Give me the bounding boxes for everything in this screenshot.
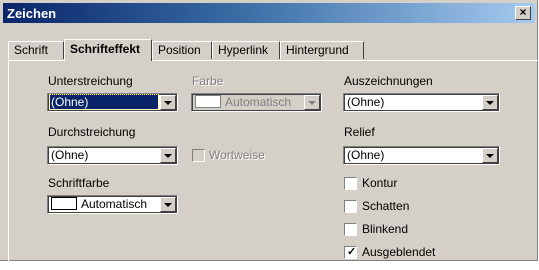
emphasis-label: Auszeichnungen (344, 74, 433, 88)
tab-hintergrund[interactable]: Hintergrund (280, 41, 364, 59)
tab-hyperlink[interactable]: Hyperlink (212, 41, 280, 59)
contour-checkbox[interactable] (344, 177, 357, 190)
contour-label[interactable]: Kontur (362, 176, 397, 190)
tab-schrift[interactable]: Schrift (8, 41, 64, 59)
tab-panel-schrifteffekt (8, 60, 539, 270)
chevron-down-icon[interactable] (482, 148, 498, 163)
color-select[interactable]: Automatisch (191, 93, 322, 112)
font-color-value-wrap: Automatisch (50, 197, 158, 211)
chevron-down-icon[interactable] (160, 148, 176, 163)
color-label: Farbe (192, 74, 224, 88)
tab-position[interactable]: Position (152, 41, 212, 59)
strikethrough-value: (Ohne) (51, 148, 89, 162)
tab-schrifteffekt[interactable]: Schrifteffekt (64, 39, 152, 61)
hidden-checkbox[interactable]: ✓ (344, 246, 357, 259)
strikethrough-label: Durchstreichung (48, 125, 136, 139)
color-swatch (51, 197, 77, 210)
chevron-down-icon[interactable] (482, 95, 498, 110)
hidden-label[interactable]: Ausgeblendet (362, 245, 435, 259)
underline-label: Unterstreichung (48, 74, 133, 88)
relief-select[interactable]: (Ohne) (343, 146, 500, 165)
font-color-label: Schriftfarbe (48, 176, 110, 190)
emphasis-select[interactable]: (Ohne) (343, 93, 500, 112)
chevron-down-icon[interactable] (160, 95, 176, 110)
word-by-word-label[interactable]: Wortweise (209, 148, 265, 162)
underline-select[interactable]: (Ohne) (47, 93, 178, 112)
chevron-down-icon[interactable] (304, 95, 320, 110)
relief-value: (Ohne) (347, 148, 385, 162)
shadow-label[interactable]: Schatten (362, 199, 409, 213)
close-icon: × (519, 5, 527, 19)
emphasis-value: (Ohne) (347, 95, 385, 109)
title-bar[interactable]: Zeichen × (3, 3, 535, 23)
blinking-checkbox[interactable] (344, 223, 357, 236)
checkmark-icon: ✓ (347, 246, 357, 258)
font-color-select[interactable]: Automatisch (47, 195, 178, 214)
color-swatch (195, 95, 221, 108)
shadow-checkbox[interactable] (344, 200, 357, 213)
word-by-word-checkbox[interactable] (192, 149, 205, 162)
character-dialog: Zeichen × Schrift Schrifteffekt Position… (0, 0, 539, 270)
dialog-title: Zeichen (7, 6, 57, 21)
color-value-wrap: Automatisch (194, 95, 302, 109)
close-button[interactable]: × (515, 6, 531, 20)
font-color-value: Automatisch (81, 197, 148, 211)
color-value: Automatisch (225, 95, 292, 109)
strikethrough-select[interactable]: (Ohne) (47, 146, 178, 165)
relief-label: Relief (344, 125, 375, 139)
blinking-label[interactable]: Blinkend (362, 222, 408, 236)
chevron-down-icon[interactable] (160, 197, 176, 212)
underline-value: (Ohne) (49, 94, 159, 110)
